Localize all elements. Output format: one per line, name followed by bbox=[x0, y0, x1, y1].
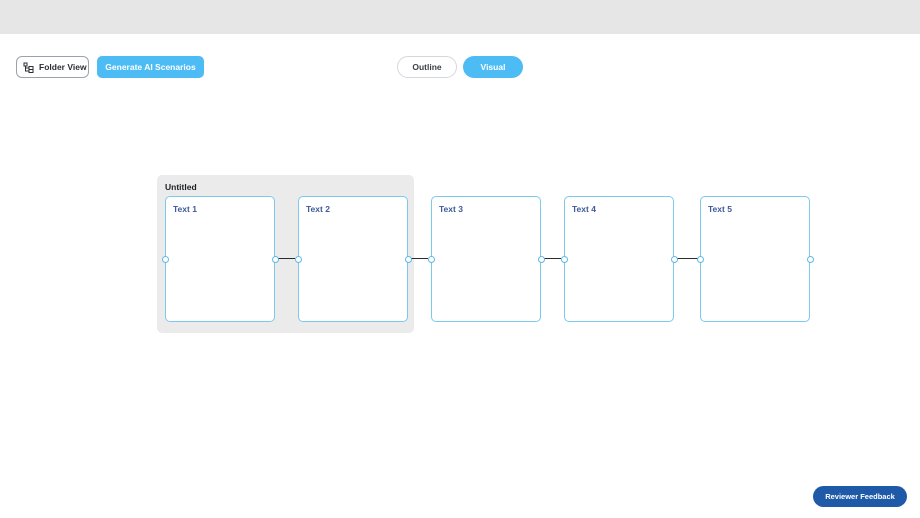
text-node-card[interactable]: Text 3 bbox=[431, 196, 541, 322]
connector-edge bbox=[278, 258, 295, 259]
text-node-card[interactable]: Text 1 bbox=[165, 196, 275, 322]
group-title: Untitled bbox=[165, 182, 197, 192]
connection-handle-right[interactable] bbox=[405, 256, 412, 263]
top-bar bbox=[0, 0, 920, 34]
generate-ai-scenarios-button[interactable]: Generate AI Scenarios bbox=[97, 56, 204, 78]
text-node-card[interactable]: Text 4 bbox=[564, 196, 674, 322]
card-title: Text 1 bbox=[173, 204, 197, 214]
connection-handle-left[interactable] bbox=[697, 256, 704, 263]
reviewer-feedback-button[interactable]: Reviewer Feedback bbox=[813, 486, 907, 507]
connection-handle-right[interactable] bbox=[272, 256, 279, 263]
card-title: Text 3 bbox=[439, 204, 463, 214]
connection-handle-right[interactable] bbox=[538, 256, 545, 263]
card-title: Text 5 bbox=[708, 204, 732, 214]
outline-toggle[interactable]: Outline bbox=[397, 56, 457, 78]
folder-tree-icon bbox=[23, 62, 34, 73]
connection-handle-left[interactable] bbox=[162, 256, 169, 263]
connection-handle-left[interactable] bbox=[561, 256, 568, 263]
connection-handle-left[interactable] bbox=[295, 256, 302, 263]
text-node-card[interactable]: Text 2 bbox=[298, 196, 408, 322]
text-node-card[interactable]: Text 5 bbox=[700, 196, 810, 322]
visual-toggle[interactable]: Visual bbox=[463, 56, 523, 78]
connection-handle-right[interactable] bbox=[807, 256, 814, 263]
card-title: Text 2 bbox=[306, 204, 330, 214]
connector-edge bbox=[676, 258, 698, 259]
connection-handle-left[interactable] bbox=[428, 256, 435, 263]
connector-edge bbox=[411, 258, 428, 259]
folder-view-label: Folder View bbox=[39, 62, 87, 72]
folder-view-button[interactable]: Folder View bbox=[16, 56, 89, 78]
card-title: Text 4 bbox=[572, 204, 596, 214]
connector-edge bbox=[543, 258, 561, 259]
connection-handle-right[interactable] bbox=[671, 256, 678, 263]
